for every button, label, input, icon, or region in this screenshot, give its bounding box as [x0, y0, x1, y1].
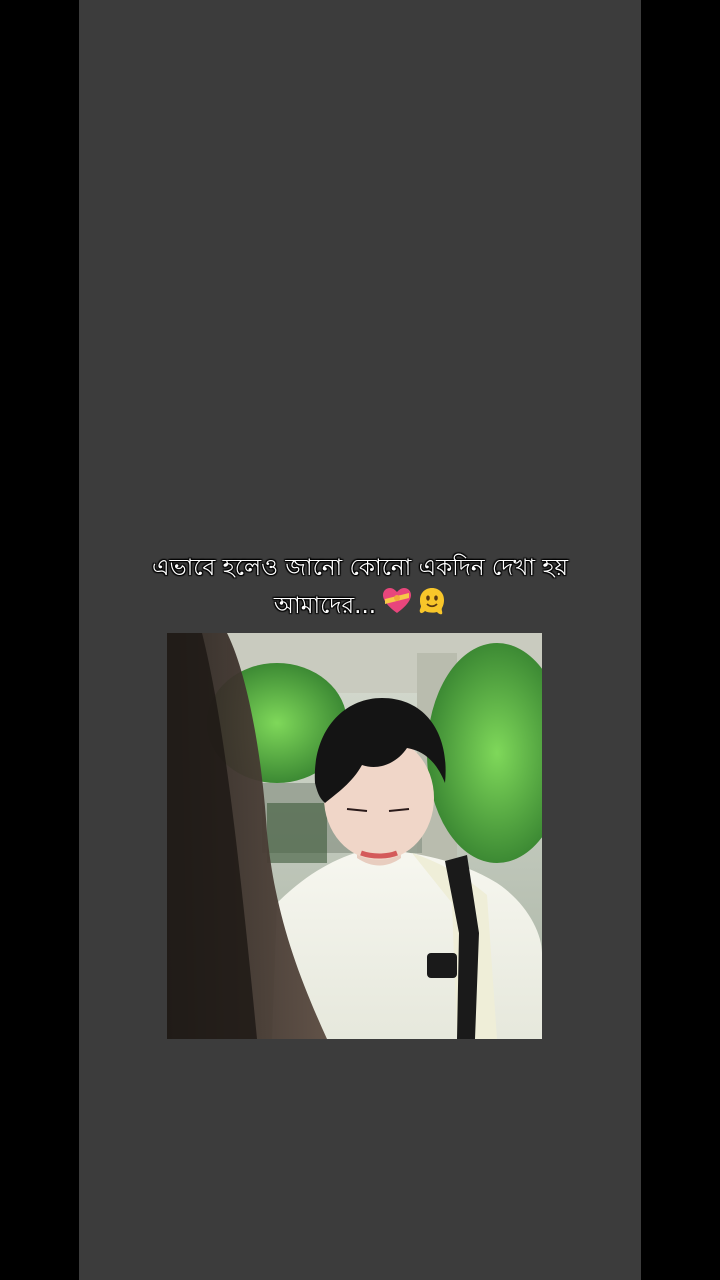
heart-with-ribbon-icon	[382, 587, 412, 626]
caption-line-2-wrapper: আমাদের...	[0, 586, 720, 627]
caption-line-1: এভাবে হলেও জানো কোনো একদিন দেখা হয়	[151, 555, 569, 581]
video-still-image	[167, 633, 542, 1039]
caption-text: এভাবে হলেও জানো কোনো একদিন দেখা হয় আমাদ…	[0, 550, 720, 627]
caption-line-2: আমাদের...	[273, 593, 377, 619]
video-stage[interactable]: এভাবে হলেও জানো কোনো একদিন দেখা হয় আমাদ…	[0, 0, 720, 1280]
melting-face-icon	[418, 586, 446, 627]
